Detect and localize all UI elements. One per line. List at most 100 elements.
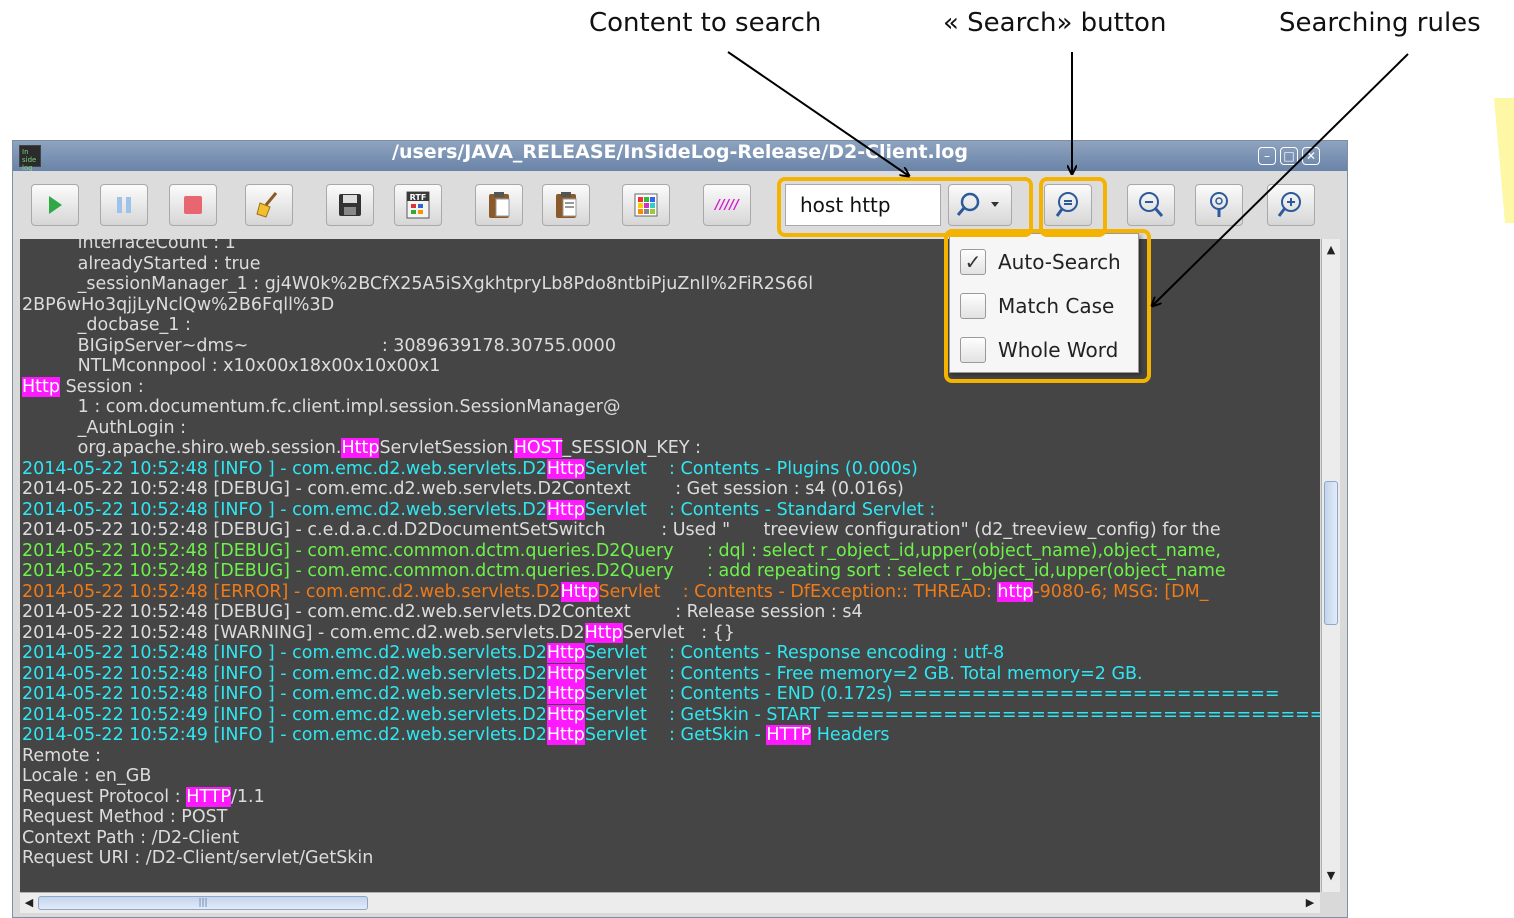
search-match-highlight: HTTP: [186, 786, 231, 807]
log-line: 2014-05-22 10:52:48 [DEBUG] - com.emc.d2…: [22, 602, 863, 623]
zoom-reset-icon: [1210, 192, 1228, 217]
floppy-disk-icon: [339, 194, 361, 216]
minimize-icon[interactable]: –: [1258, 147, 1276, 165]
log-line: 2014-05-22 10:52:49 [INFO ] - com.emc.d2…: [22, 725, 890, 746]
rtf-export-button[interactable]: RTF: [394, 184, 442, 226]
title-bar: In side log /users/JAVA_RELEASE/InSideLo…: [13, 141, 1347, 172]
log-line: 2014-05-22 10:52:48 [DEBUG] - com.emc.co…: [22, 541, 1221, 562]
log-text: org.apache.shiro.web.session.: [22, 438, 342, 458]
paste-special-button[interactable]: [542, 184, 590, 226]
color-settings-button[interactable]: [622, 184, 670, 226]
log-text: 2014-05-22 10:52:48 [INFO ] - com.emc.d2…: [22, 458, 547, 479]
log-text: alreadyStarted : true: [22, 253, 261, 274]
search-match-highlight: Http: [22, 376, 60, 397]
log-text: 2014-05-22 10:52:48 [DEBUG] - com.emc.d2…: [22, 479, 904, 499]
log-line: interfaceCount : 1: [22, 239, 236, 254]
paste-button[interactable]: [475, 184, 523, 226]
zoom-in-button[interactable]: [1267, 184, 1315, 226]
clear-button[interactable]: [245, 184, 293, 226]
log-line: 2014-05-22 10:52:48 [INFO ] - com.emc.d2…: [22, 458, 918, 480]
log-line: _sessionManager_1 : gj4W0k%2BCfX25A5iSXg…: [22, 274, 814, 295]
log-line: 2014-05-22 10:52:48 [DEBUG] - com.emc.co…: [22, 561, 1226, 582]
horizontal-scrollbar[interactable]: ◀ ||| ▶: [20, 892, 1320, 913]
log-text: 2014-05-22 10:52:48 [INFO ] - com.emc.d2…: [22, 684, 547, 704]
color-grid-icon: [634, 193, 658, 217]
stripes-icon: /////: [715, 197, 739, 213]
log-line: 2014-05-22 10:52:48 [DEBUG] - c.e.d.a.c.…: [22, 520, 1221, 541]
highlight-rules-button[interactable]: /////: [703, 184, 751, 226]
log-line: Request URI : /D2-Client/servlet/GetSkin: [22, 848, 373, 869]
log-text: 2014-05-22 10:52:48 [INFO ] - com.emc.d2…: [22, 499, 547, 520]
log-viewer-window: In side log /users/JAVA_RELEASE/InSideLo…: [12, 140, 1348, 918]
search-match-highlight: Http: [546, 663, 585, 684]
log-line: _AuthLogin :: [22, 418, 186, 439]
log-text: Remote :: [22, 745, 101, 766]
log-text: Servlet : Contents - Standard Servlet :: [584, 499, 936, 520]
log-line: 1 : com.documentum.fc.client.impl.sessio…: [22, 397, 621, 418]
scroll-up-icon[interactable]: ▲: [1324, 243, 1338, 257]
log-text: Context Path : /D2-Client: [22, 827, 240, 848]
log-text: Servlet : {}: [622, 622, 735, 643]
log-line: org.apache.shiro.web.session.HttpServlet…: [22, 438, 701, 459]
scroll-down-icon[interactable]: ▼: [1324, 869, 1338, 883]
zoom-reset-button[interactable]: [1195, 184, 1243, 226]
log-line: 2014-05-22 10:52:49 [INFO ] - com.emc.d2…: [22, 704, 1320, 726]
log-line: BIGipServer~dms~ : 3089639178.30755.0000: [22, 336, 616, 357]
search-rules-highlight: [944, 229, 1151, 383]
search-match-highlight: Http: [546, 684, 585, 704]
log-line: Context Path : /D2-Client: [22, 828, 239, 849]
save-button[interactable]: [326, 184, 374, 226]
play-button[interactable]: [31, 184, 79, 226]
log-line: 2014-05-22 10:52:48 [DEBUG] - com.emc.d2…: [22, 479, 904, 500]
log-text: Servlet : Contents - Free memory=2 GB. T…: [584, 663, 1143, 684]
close-icon[interactable]: ✕: [1302, 147, 1320, 165]
log-text: ServletSession.: [379, 438, 514, 458]
log-text: Request Method : POST: [22, 807, 228, 827]
log-text: 2014-05-22 10:52:48 [DEBUG] - com.emc.co…: [22, 561, 1226, 581]
log-text: 2014-05-22 10:52:48 [DEBUG] - com.emc.co…: [22, 540, 1221, 561]
log-text: 2014-05-22 10:52:48 [INFO ] - com.emc.d2…: [22, 663, 547, 684]
search-match-highlight: Http: [341, 438, 380, 458]
log-text: Servlet : Contents - END (0.172s) ======…: [584, 684, 1280, 704]
stop-button[interactable]: [169, 184, 217, 226]
search-field-highlight: [777, 177, 1033, 237]
scroll-left-icon[interactable]: ◀: [22, 896, 36, 910]
log-text: Locale : en_GB: [22, 766, 152, 786]
pause-button[interactable]: [100, 184, 148, 226]
log-text: BIGipServer~dms~ : 3089639178.30755.0000: [22, 335, 616, 356]
log-line: 2014-05-22 10:52:48 [WARNING] - com.emc.…: [22, 622, 735, 644]
vertical-scrollbar[interactable]: ▲ ▼: [1321, 239, 1340, 892]
svg-text:RTF: RTF: [410, 193, 427, 202]
search-match-highlight: HTTP: [766, 725, 812, 745]
scroll-right-icon[interactable]: ▶: [1303, 896, 1317, 910]
search-match-highlight: Http: [546, 725, 585, 745]
log-text: 2014-05-22 10:52:49 [INFO ] - com.emc.d2…: [22, 704, 547, 725]
search-match-highlight: Http: [546, 499, 585, 520]
log-text: Session :: [60, 376, 144, 397]
log-text: -9080-6; MSG: [DM_: [1033, 581, 1209, 602]
log-line: _docbase_1 :: [22, 315, 191, 336]
maximize-icon[interactable]: □: [1280, 147, 1298, 165]
log-text: Headers: [811, 725, 890, 745]
log-line: 2014-05-22 10:52:48 [INFO ] - com.emc.d2…: [22, 499, 936, 521]
log-text: _AuthLogin :: [22, 417, 187, 438]
zoom-out-icon: [1139, 192, 1164, 217]
log-line: 2BP6wHo3qjjLyNclQw%2B6Fqll%3D: [22, 295, 334, 316]
log-text: _SESSION_KEY :: [562, 438, 702, 458]
log-text: 2014-05-22 10:52:48 [ERROR] - com.emc.d2…: [22, 581, 561, 602]
log-line: 2014-05-22 10:52:48 [INFO ] - com.emc.d2…: [22, 643, 1004, 664]
clipboard-alt-icon: [556, 192, 577, 218]
log-line: 2014-05-22 10:52:48 [INFO ] - com.emc.d2…: [22, 663, 1143, 685]
log-line: NTLMconnpool : x10x00x18x00x10x00x1: [22, 356, 441, 377]
vertical-scroll-thumb[interactable]: [1324, 481, 1338, 625]
search-button-highlight: [1039, 177, 1107, 237]
search-match-highlight: Http: [584, 622, 623, 643]
clipboard-icon: [489, 192, 510, 218]
log-text: Servlet : GetSkin -: [584, 725, 767, 745]
search-match-highlight: Http: [546, 643, 585, 663]
broom-icon: [256, 192, 278, 218]
zoom-out-button[interactable]: [1127, 184, 1175, 226]
log-line: Locale : en_GB: [22, 766, 151, 787]
horizontal-scroll-thumb[interactable]: |||: [38, 896, 368, 910]
zoom-in-icon: [1277, 192, 1301, 217]
